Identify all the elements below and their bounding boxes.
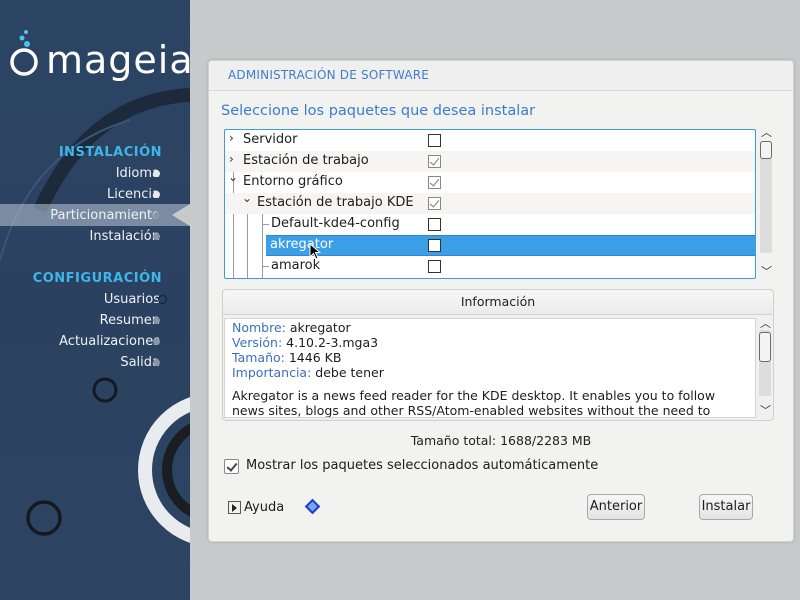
tree-scrollbar[interactable]: ︿ ﹀ bbox=[758, 127, 774, 281]
tree-row-graphical-env[interactable]: ⌄ Entorno gráfico bbox=[225, 170, 755, 193]
chevron-right-icon[interactable]: › bbox=[229, 152, 234, 166]
step-pending-dot bbox=[153, 338, 160, 345]
info-importance-value: debe tener bbox=[315, 365, 384, 380]
scroll-down-icon[interactable]: ﹀ bbox=[760, 405, 771, 416]
tree-row-label: Estación de trabajo bbox=[243, 153, 369, 168]
sidebar-header-install: INSTALACIÓN bbox=[58, 145, 162, 160]
step-current-dot bbox=[153, 212, 160, 219]
install-button[interactable]: Instalar bbox=[699, 494, 753, 520]
chevron-right-icon[interactable]: › bbox=[229, 131, 234, 145]
package-info-text[interactable]: Nombre: akregator Versión: 4.10.2-3.mga3… bbox=[224, 318, 756, 418]
scroll-thumb[interactable] bbox=[760, 141, 772, 159]
sidebar-header-config: CONFIGURACIÓN bbox=[32, 271, 162, 286]
help-label: Ayuda bbox=[244, 500, 285, 515]
info-size-key: Tamaño: bbox=[232, 350, 285, 365]
scroll-down-icon[interactable]: ﹀ bbox=[761, 266, 772, 277]
chevron-down-icon[interactable]: ⌄ bbox=[228, 170, 238, 184]
checkbox-checked[interactable] bbox=[224, 459, 239, 474]
sidebar-item-label: Particionamiento bbox=[50, 208, 160, 223]
tree-branch-line bbox=[262, 266, 269, 267]
sidebar-item-label: Instalación bbox=[89, 229, 160, 244]
expand-arrow-icon bbox=[228, 501, 241, 514]
tree-row-label: Default-kde4-config bbox=[271, 216, 400, 231]
tree-branch-line bbox=[262, 224, 269, 225]
info-header: Información bbox=[223, 290, 773, 315]
advanced-diamond-icon[interactable] bbox=[304, 498, 321, 515]
sidebar: mageia INSTALACIÓN Idioma Licencia Parti… bbox=[0, 0, 190, 600]
chevron-down-icon[interactable]: ⌄ bbox=[242, 191, 252, 205]
brand-name: mageia bbox=[46, 38, 190, 82]
package-checkbox[interactable] bbox=[428, 260, 441, 273]
software-management-panel: ADMINISTRACIÓN DE SOFTWARE Seleccione lo… bbox=[208, 60, 794, 542]
info-frame: Información Nombre: akregator Versión: 4… bbox=[222, 289, 774, 421]
step-done-dot bbox=[153, 191, 160, 198]
show-auto-selected-label: Mostrar los paquetes seleccionados autom… bbox=[246, 458, 599, 473]
tree-row-server[interactable]: › Servidor bbox=[225, 130, 755, 151]
tree-row-package[interactable]: Default-kde4-config bbox=[225, 214, 755, 235]
step-done-dot bbox=[153, 170, 160, 177]
tree-row-label: Entorno gráfico bbox=[243, 174, 343, 189]
tree-row-label: akregator bbox=[270, 237, 334, 252]
sidebar-item-label: Usuarios bbox=[103, 292, 160, 307]
info-name-value: akregator bbox=[289, 320, 351, 335]
step-pending-dot bbox=[158, 295, 167, 304]
panel-title-bar: ADMINISTRACIÓN DE SOFTWARE bbox=[209, 61, 793, 91]
info-description-line: news sites, blogs and other RSS/Atom-ena… bbox=[232, 403, 711, 418]
package-checkbox[interactable] bbox=[428, 176, 441, 189]
panel-subtitle: Seleccione los paquetes que desea instal… bbox=[221, 103, 536, 119]
package-checkbox[interactable] bbox=[428, 134, 441, 147]
total-size: Tamaño total: 1688/2283 MB bbox=[410, 433, 592, 448]
info-version-value: 4.10.2-3.mga3 bbox=[286, 335, 379, 350]
scroll-up-icon[interactable]: ︿ bbox=[761, 127, 772, 138]
tree-row-package-selected[interactable]: akregator bbox=[266, 235, 755, 256]
package-checkbox[interactable] bbox=[428, 239, 441, 252]
info-scrollbar[interactable]: ︿ ﹀ bbox=[757, 318, 773, 418]
tree-row-package[interactable]: amarok bbox=[225, 256, 755, 277]
tree-row-workstation[interactable]: › Estación de trabajo bbox=[225, 151, 755, 172]
scroll-up-icon[interactable]: ︿ bbox=[760, 318, 771, 329]
sidebar-active-arrow bbox=[172, 204, 190, 226]
step-pending-dot bbox=[153, 359, 160, 366]
panel-title: ADMINISTRACIÓN DE SOFTWARE bbox=[228, 68, 430, 82]
tree-row-label: Servidor bbox=[243, 132, 298, 147]
sidebar-item-label: Actualizaciones bbox=[59, 334, 160, 349]
package-checkbox[interactable] bbox=[428, 218, 441, 231]
back-button[interactable]: Anterior bbox=[587, 494, 645, 520]
sidebar-item-label: Resumen bbox=[99, 313, 160, 328]
info-size-value: 1446 KB bbox=[288, 350, 342, 365]
tree-row-kde-workstation[interactable]: ⌄ Estación de trabajo KDE bbox=[225, 191, 755, 214]
info-description-line: Akregator is a news feed reader for the … bbox=[232, 388, 716, 403]
step-pending-dot bbox=[153, 317, 160, 324]
package-tree[interactable]: › Servidor › Estación de trabajo ⌄ Entor… bbox=[224, 129, 756, 279]
package-checkbox[interactable] bbox=[428, 197, 441, 210]
info-name-key: Nombre: bbox=[232, 320, 286, 335]
info-version-key: Versión: bbox=[232, 335, 283, 350]
tree-row-label: Estación de trabajo KDE bbox=[257, 195, 414, 210]
scroll-thumb[interactable] bbox=[759, 332, 771, 362]
step-pending-dot bbox=[153, 233, 160, 240]
package-checkbox[interactable] bbox=[428, 155, 441, 168]
mouse-pointer-icon bbox=[309, 243, 321, 260]
info-importance-key: Importancia: bbox=[232, 365, 312, 380]
